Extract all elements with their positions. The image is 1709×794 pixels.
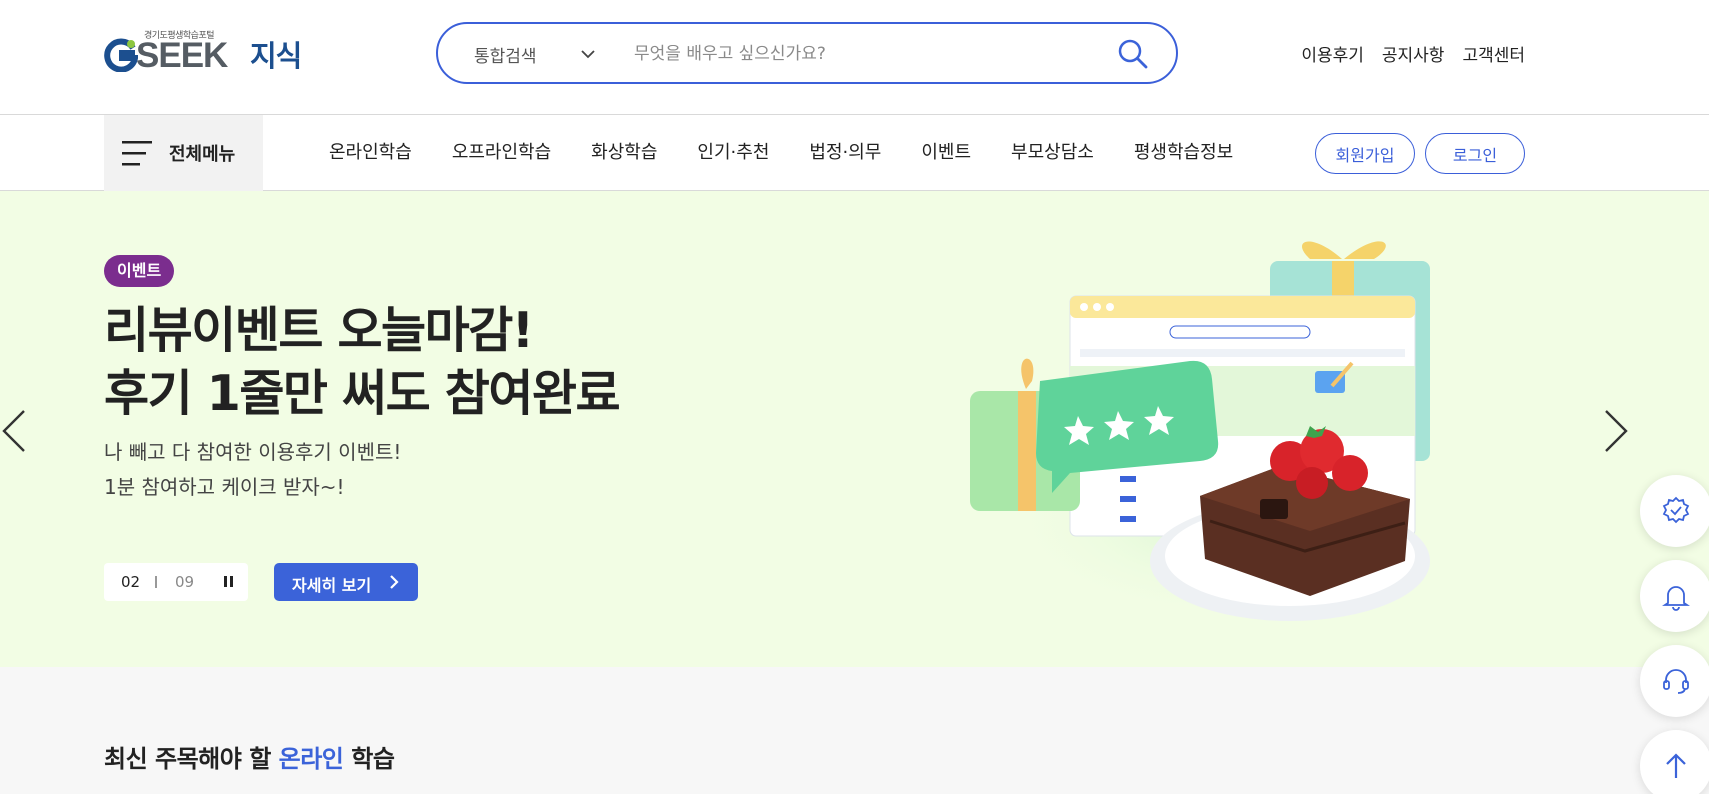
- quick-support-button[interactable]: [1640, 645, 1709, 717]
- arrow-up-icon: [1666, 753, 1686, 778]
- next-slide-arrow-icon[interactable]: [1600, 409, 1630, 453]
- hero-subtitle-line1: 나 빼고 다 참여한 이용후기 이벤트!: [104, 440, 402, 464]
- hero-subtitle-line2: 1분 참여하고 케이크 받자~!: [104, 475, 345, 499]
- search-category-select[interactable]: 통합검색: [474, 42, 537, 67]
- site-logo[interactable]: 경기도평생학습포털 SEEK 지식: [104, 26, 304, 78]
- nav-items: 온라인학습 오프라인학습 화상학습 인기·추천 법정·의무 이벤트 부모상담소 …: [329, 138, 1233, 164]
- signup-button[interactable]: 회원가입: [1315, 133, 1415, 174]
- chevron-down-icon[interactable]: [578, 44, 598, 64]
- pager-divider: [155, 576, 157, 588]
- all-menu-label: 전체메뉴: [169, 144, 236, 165]
- logo-name: 지식: [250, 39, 302, 73]
- pager-current: 02: [121, 573, 141, 591]
- site-header: 경기도평생학습포털 SEEK 지식 통합검색 이용후기 공지사항 고객센터: [0, 0, 1709, 115]
- hero-subtitle: 나 빼고 다 참여한 이용후기 이벤트! 1분 참여하고 케이크 받자~!: [104, 435, 401, 505]
- event-illustration: [970, 241, 1440, 621]
- featured-section: 최신 주목해야 할 온라인 학습: [0, 667, 1709, 794]
- nav-item-info[interactable]: 평생학습정보: [1134, 138, 1233, 164]
- hero-title: 리뷰이벤트 오늘마감! 후기 1줄만 써도 참여완료: [104, 299, 621, 425]
- bell-icon: [1662, 586, 1690, 611]
- pause-icon[interactable]: [223, 576, 235, 588]
- login-button[interactable]: 로그인: [1425, 133, 1525, 174]
- nav-item-video[interactable]: 화상학습: [591, 138, 657, 164]
- quick-badge-button[interactable]: [1640, 475, 1709, 547]
- section-title: 최신 주목해야 할 온라인 학습: [104, 739, 395, 774]
- nav-item-event[interactable]: 이벤트: [921, 138, 971, 164]
- nav-item-counseling[interactable]: 부모상담소: [1011, 138, 1094, 164]
- util-link-support[interactable]: 고객센터: [1462, 41, 1525, 66]
- all-menu-button[interactable]: 전체메뉴: [104, 115, 263, 191]
- chevron-right-icon: [390, 575, 399, 589]
- search-bar: 통합검색: [436, 22, 1178, 84]
- badge-icon: [1662, 496, 1690, 524]
- search-icon[interactable]: [1116, 37, 1150, 71]
- nav-item-popular[interactable]: 인기·추천: [697, 138, 769, 164]
- event-badge: 이벤트: [104, 255, 175, 287]
- hamburger-icon: [122, 141, 152, 166]
- logo-wordmark: SEEK: [136, 36, 228, 75]
- pager-total: 09: [175, 573, 195, 591]
- logo-g-icon: [104, 38, 138, 72]
- slide-pager: 02 09: [104, 563, 248, 601]
- view-details-label: 자세히 보기: [292, 576, 372, 595]
- hero-title-line2: 후기 1줄만 써도 참여완료: [104, 365, 621, 422]
- nav-item-offline[interactable]: 오프라인학습: [452, 138, 551, 164]
- hero-title-line1: 리뷰이벤트 오늘마감!: [104, 302, 534, 359]
- nav-item-online[interactable]: 온라인학습: [329, 138, 412, 164]
- hero-banner: 이벤트 리뷰이벤트 오늘마감! 후기 1줄만 써도 참여완료 나 빼고 다 참여…: [0, 191, 1709, 667]
- headset-icon: [1663, 669, 1689, 694]
- section-title-highlight: 온라인: [278, 745, 344, 773]
- quick-alarm-button[interactable]: [1640, 560, 1709, 632]
- main-nav: 전체메뉴 온라인학습 오프라인학습 화상학습 인기·추천 법정·의무 이벤트 부…: [0, 115, 1709, 191]
- scroll-top-button[interactable]: [1640, 730, 1709, 794]
- prev-slide-arrow-icon[interactable]: [0, 409, 30, 453]
- utility-links: 이용후기 공지사항 고객센터: [1301, 41, 1525, 66]
- view-details-button[interactable]: 자세히 보기: [274, 563, 418, 601]
- section-title-suffix: 학습: [343, 745, 395, 773]
- section-title-prefix: 최신 주목해야 할: [104, 745, 279, 773]
- nav-item-legal[interactable]: 법정·의무: [809, 138, 881, 164]
- util-link-notices[interactable]: 공지사항: [1382, 41, 1445, 66]
- util-link-reviews[interactable]: 이용후기: [1301, 41, 1364, 66]
- search-input[interactable]: [634, 38, 1094, 70]
